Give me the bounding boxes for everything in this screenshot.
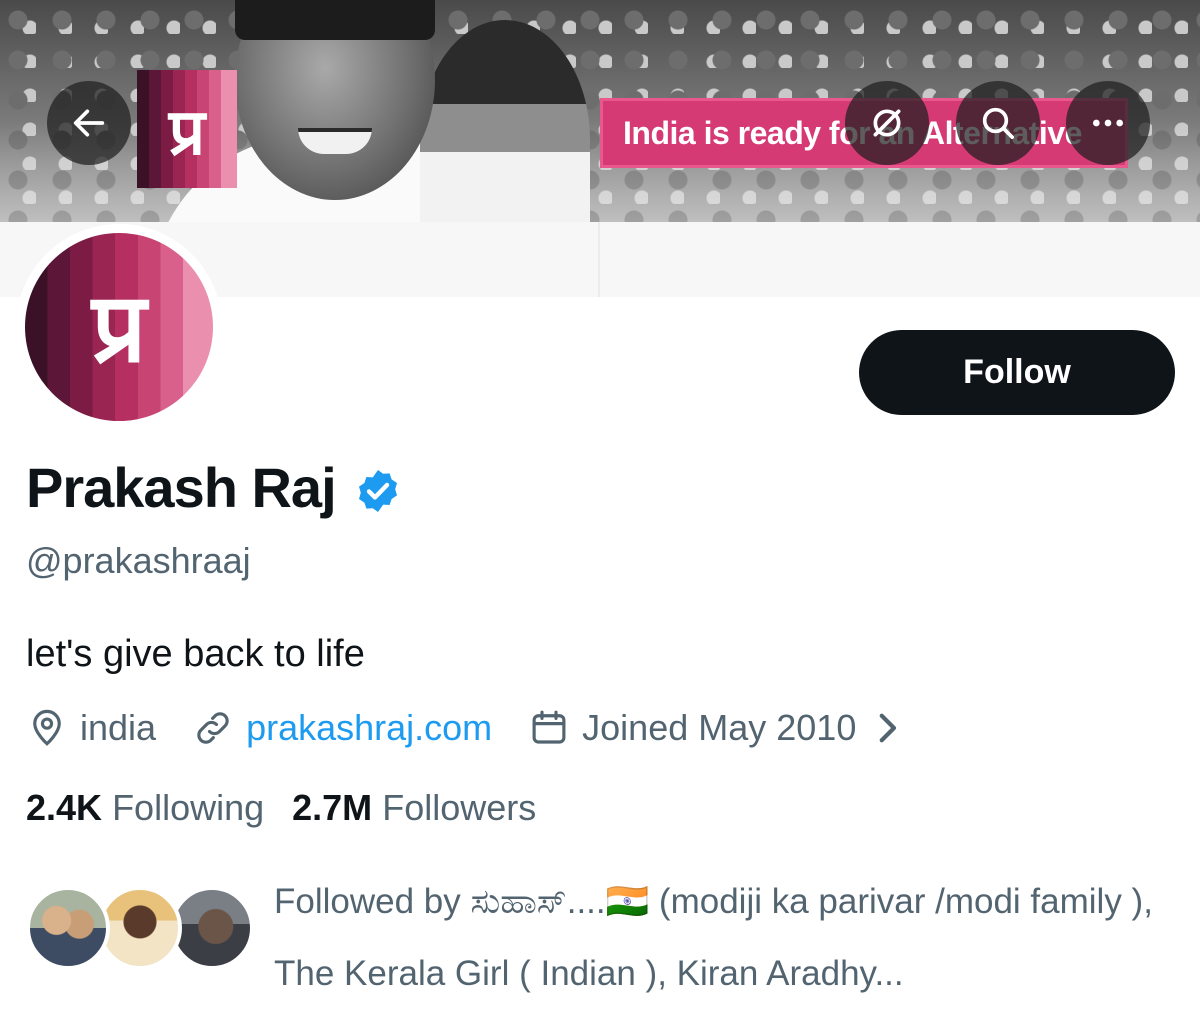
more-icon bbox=[1093, 119, 1123, 127]
followers-stat[interactable]: 2.7M Followers bbox=[292, 787, 536, 829]
link-icon bbox=[197, 712, 229, 744]
followers-count: 2.7M bbox=[292, 787, 373, 828]
avatar-image: प्र bbox=[25, 233, 213, 421]
arrow-left-icon bbox=[73, 109, 105, 137]
search-button[interactable] bbox=[956, 81, 1040, 165]
profile-stats: 2.4K Following 2.7M Followers bbox=[26, 787, 564, 829]
grok-button[interactable] bbox=[845, 81, 929, 165]
follower-avatar bbox=[170, 886, 254, 970]
profile-name: Prakash Raj bbox=[26, 456, 337, 519]
avatar[interactable]: प्र bbox=[16, 224, 222, 430]
following-count: 2.4K bbox=[26, 787, 103, 828]
location-item: india bbox=[26, 707, 156, 749]
follower-avatar bbox=[98, 886, 182, 970]
verified-badge-icon[interactable] bbox=[354, 467, 402, 515]
profile-handle: @prakashraaj bbox=[26, 540, 251, 581]
more-button[interactable] bbox=[1066, 81, 1150, 165]
grok-icon bbox=[873, 109, 901, 137]
back-button[interactable] bbox=[47, 81, 131, 165]
following-label: Following bbox=[112, 787, 265, 828]
follow-button[interactable]: Follow bbox=[859, 330, 1175, 415]
followed-by-text: Followed by ಸುಹಾಸ್....🇮🇳 (modiji ka pari… bbox=[274, 882, 1153, 993]
website-item[interactable]: prakashraj.com bbox=[192, 707, 492, 749]
location-text: india bbox=[80, 707, 157, 748]
joined-text: Joined May 2010 bbox=[582, 707, 857, 748]
location-pin-icon bbox=[33, 709, 61, 746]
calendar-icon bbox=[532, 710, 566, 744]
profile-bio: let's give back to life bbox=[26, 633, 365, 675]
chevron-right-icon bbox=[879, 713, 897, 743]
banner-logo: प्र bbox=[137, 70, 237, 188]
search-icon bbox=[982, 107, 1014, 140]
following-stat[interactable]: 2.4K Following bbox=[26, 787, 264, 829]
profile-meta: india prakashraj.com Joined May 2010 bbox=[26, 706, 956, 750]
joined-item[interactable]: Joined May 2010 bbox=[528, 707, 920, 749]
profile-name-row: Prakash Raj bbox=[26, 455, 402, 520]
followed-by-section[interactable]: Followed by ಸುಹಾಸ್....🇮🇳 (modiji ka pari… bbox=[26, 866, 1186, 996]
followers-label: Followers bbox=[382, 787, 537, 828]
website-link[interactable]: prakashraj.com bbox=[246, 707, 492, 749]
follower-avatar bbox=[26, 886, 110, 970]
